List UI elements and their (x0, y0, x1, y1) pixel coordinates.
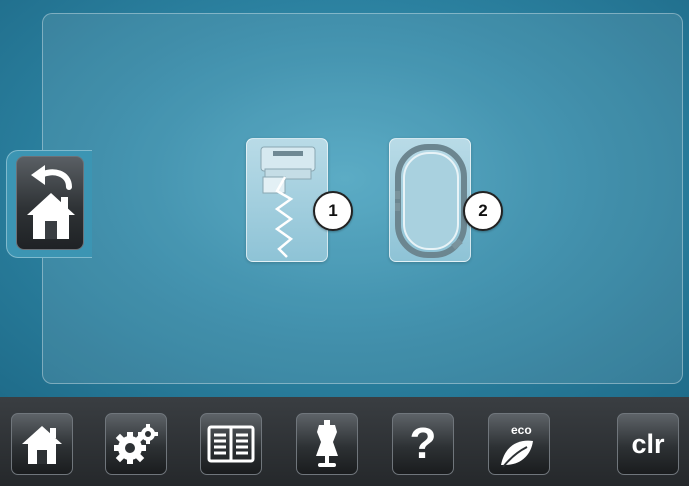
back-home-button[interactable] (16, 156, 84, 250)
setup-button[interactable] (105, 413, 167, 475)
tutorial-button[interactable] (200, 413, 262, 475)
creative-consultant-button[interactable] (296, 413, 358, 475)
help-button[interactable]: ? (392, 413, 454, 475)
eco-label: eco (511, 423, 532, 437)
book-icon (207, 425, 255, 463)
home-button[interactable] (11, 413, 73, 475)
clear-button[interactable]: clr (617, 413, 679, 475)
eco-button[interactable]: eco (488, 413, 550, 475)
content-panel (42, 13, 683, 384)
clr-label: clr (631, 428, 665, 459)
home-icon (27, 193, 75, 239)
home-icon (22, 426, 62, 464)
dress-form-icon (316, 420, 338, 467)
badge-2: 2 (463, 191, 503, 231)
question-mark-icon: ? (409, 419, 437, 468)
gears-icon (114, 424, 158, 464)
badge-1: 1 (313, 191, 353, 231)
back-arrow-icon (27, 165, 75, 239)
embroidery-mode-tile[interactable] (389, 138, 471, 262)
embroidery-hoop-icon (395, 144, 467, 258)
